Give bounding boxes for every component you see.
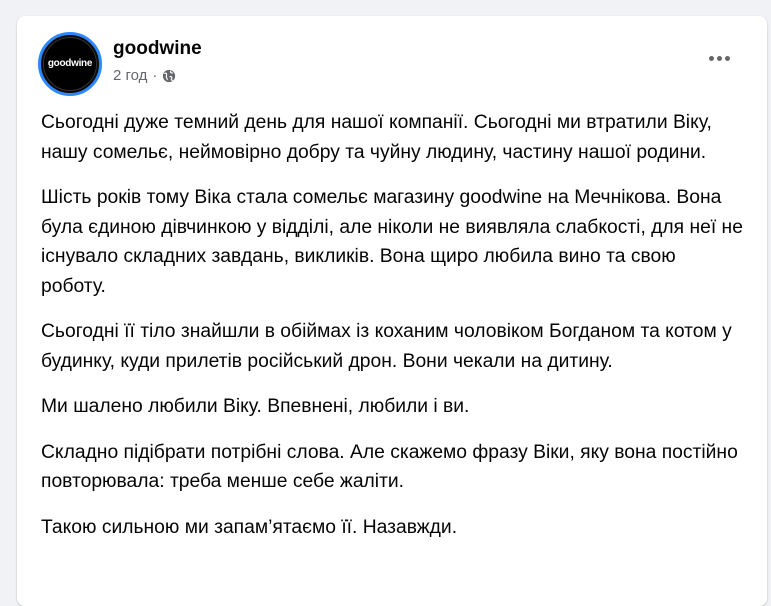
post-paragraph: Складно підібрати потрібні слова. Але ск… [41,441,738,493]
post-meta: 2 год · [113,67,176,84]
post-body: Сьогодні дуже темний день для нашої комп… [41,108,743,558]
avatar[interactable]: goodwine [38,32,102,96]
post-paragraph: Сьогодні її тіло знайшли в обіймах із ко… [41,321,732,372]
meta-separator: · [152,67,158,84]
post-time[interactable]: 2 год [113,67,147,84]
post-card: goodwine goodwine 2 год · Сьогодні дуже … [17,16,767,606]
more-options-icon[interactable] [701,46,737,70]
avatar-logo: goodwine [43,37,97,91]
avatar-logo-text: goodwine [47,58,93,69]
globe-icon[interactable] [162,69,176,83]
post-paragraph: Сьогодні дуже темний день для нашої комп… [41,112,712,163]
author-name[interactable]: goodwine [113,38,202,60]
post-paragraph: Ми шалено любили Віку. Впевнені, любили … [41,396,470,417]
post-paragraph: Такою сильною ми запам’ятаємо її. Назавж… [41,516,458,538]
post-paragraph: Шість років тому Віка стала сомельє мага… [41,187,743,297]
